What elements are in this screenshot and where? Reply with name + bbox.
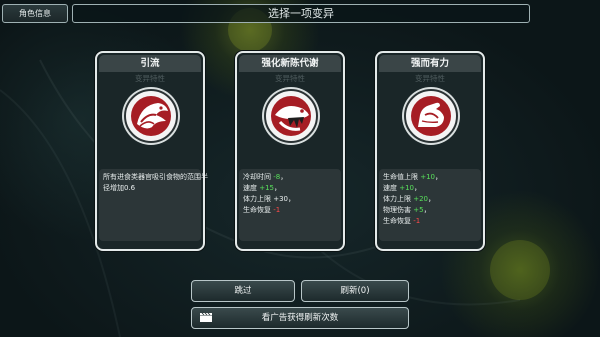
card-description: 冷却时间 -8， 速度 +15， 体力上限 +30， 生命恢复 -1 [239, 169, 341, 241]
card-title: 引流 [99, 55, 201, 72]
fish-eating-icon [264, 89, 318, 143]
negative-value: -1 [413, 217, 421, 225]
positive-value: +10 [420, 173, 436, 181]
positive-value: +15 [259, 184, 275, 192]
page-title: 选择一项变异 [72, 4, 530, 23]
positive-value: +10 [399, 184, 415, 192]
beast-mouth-icon [124, 89, 178, 143]
skip-button[interactable]: 跳过 [191, 280, 295, 302]
desc-text: 生命恢复 [243, 206, 274, 214]
negative-value: -1 [273, 206, 281, 214]
watch-ad-refresh-button[interactable]: 看广告获得刷新次数 [191, 307, 409, 329]
card-subtitle: 变异特性 [275, 74, 305, 83]
card-title: 强化新陈代谢 [239, 55, 341, 72]
video-clapper-icon [200, 313, 212, 322]
desc-text: ， [428, 195, 436, 203]
positive-value: +5 [413, 206, 424, 214]
desc-text: 所有进食类器官吸引食物的范围半 [103, 173, 208, 181]
refresh-button[interactable]: 刷新(0) [301, 280, 409, 302]
card-title: 强而有力 [379, 55, 481, 72]
desc-text: 生命恢复 [383, 217, 414, 225]
card-subtitle: 变异特性 [415, 74, 445, 83]
flexed-arm-icon [404, 89, 458, 143]
desc-text: 物理伤害 [383, 206, 414, 214]
mutation-card-2[interactable]: 强化新陈代谢 变异特性 冷却时间 -8， 速度 +15， 体力上限 +30， 生… [235, 51, 345, 251]
character-info-button[interactable]: 角色信息 [2, 4, 68, 23]
mutation-card-1[interactable]: 引流 变异特性 所有进食类器官吸引食物的范围半 径增加0.6 [95, 51, 208, 251]
desc-text: ， [274, 184, 282, 192]
card-description: 所有进食类器官吸引食物的范围半 径增加0.6 [99, 169, 208, 241]
card-subtitle: 变异特性 [135, 74, 165, 83]
desc-text: ， [414, 184, 422, 192]
watch-ad-label: 看广告获得刷新次数 [261, 313, 339, 323]
desc-text: 生命值上限 [383, 173, 421, 181]
desc-text: 冷却时间 [243, 173, 274, 181]
positive-value: +20 [413, 195, 429, 203]
desc-text: 速度 [383, 184, 400, 192]
desc-text: ， [280, 173, 288, 181]
desc-text: ， [435, 173, 443, 181]
desc-text: 体力上限 [383, 195, 414, 203]
desc-text: 体力上限 +30， [243, 195, 295, 203]
card-description: 生命值上限 +10， 速度 +10， 体力上限 +20， 物理伤害 +5， 生命… [379, 169, 481, 241]
desc-text: ， [423, 206, 431, 214]
desc-text: 径增加0.6 [103, 184, 136, 192]
mutation-card-3[interactable]: 强而有力 变异特性 生命值上限 +10， 速度 +10， 体力上限 +20， 物… [375, 51, 485, 251]
desc-text: 速度 [243, 184, 260, 192]
